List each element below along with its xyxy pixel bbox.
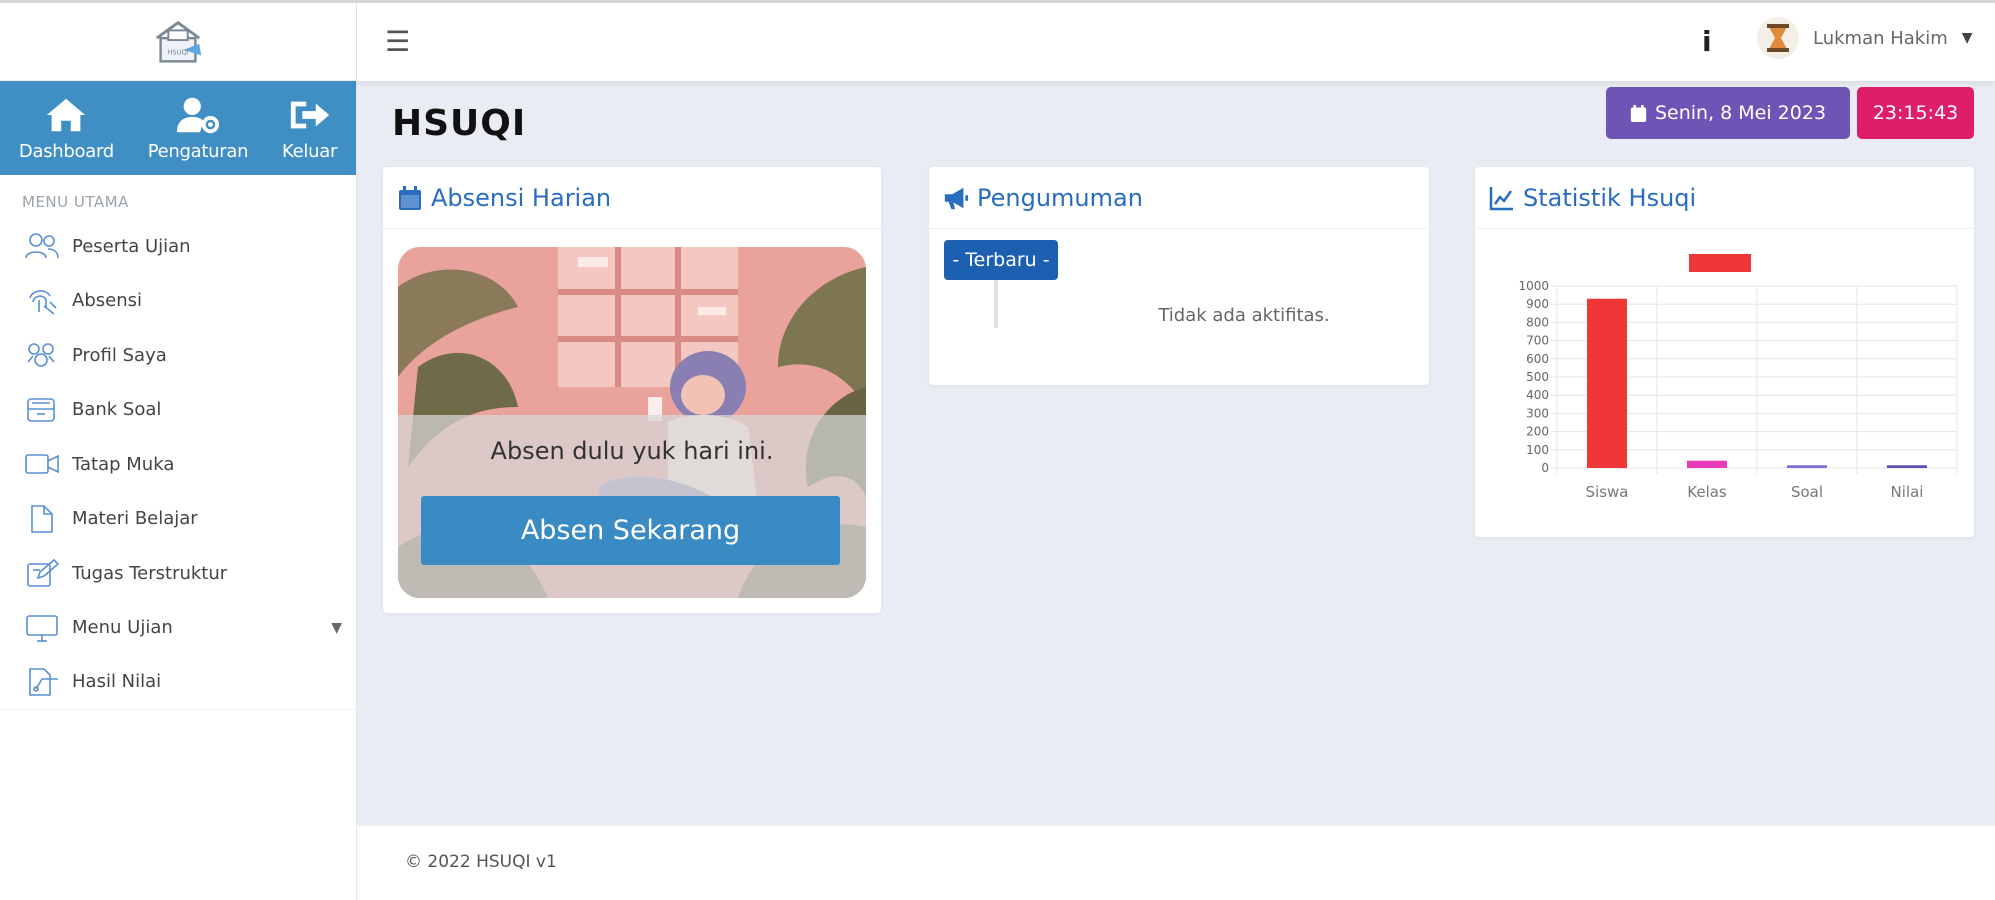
terbaru-badge: - Terbaru - — [944, 240, 1058, 280]
date-badge: Senin, 8 Mei 2023 — [1606, 87, 1850, 139]
logo-icon: HSUQI — [155, 20, 202, 63]
user-settings-icon — [176, 97, 220, 133]
statistik-bar-chart: 0 100 200 300 400 500 600 700 800 900 1000 Siswa Kel… — [1518, 254, 1958, 501]
x-tick-label: Nilai — [1891, 483, 1924, 501]
absen-sekarang-button[interactable]: Absen Sekarang — [421, 496, 840, 565]
sidebar-item-label: Tatap Muka — [72, 453, 175, 475]
empty-activity-text: Tidak ada aktifitas. — [1158, 305, 1330, 326]
logout-button[interactable]: Keluar — [282, 95, 337, 162]
top-navbar: ☰ i Lukman Hakim ▼ — [357, 3, 1995, 81]
absensi-title: Absensi Harian — [431, 183, 612, 212]
footer: © 2022 HSUQI v1 — [357, 826, 1995, 900]
bar-nilai — [1887, 465, 1927, 468]
absensi-card: Absensi Harian Absen dulu yuk hari ini. … — [383, 167, 881, 613]
footer-text: © 2022 HSUQI v1 — [405, 852, 557, 872]
date-text: Senin, 8 Mei 2023 — [1654, 102, 1827, 124]
y-tick-label: 300 — [1526, 406, 1549, 420]
sidebar-item-profil-saya[interactable]: Profil Saya — [0, 328, 356, 383]
hamburger-menu-icon[interactable]: ☰ — [385, 25, 410, 58]
statistik-title: Statistik Hsuqi — [1523, 183, 1697, 212]
quick-actions: Dashboard Pengaturan Keluar — [0, 81, 356, 175]
svg-text:HSUQI: HSUQI — [167, 48, 189, 56]
file-icon — [31, 504, 53, 533]
x-tick-label: Siswa — [1586, 483, 1629, 501]
sidebar-item-label: Profil Saya — [72, 344, 167, 366]
y-tick-label: 800 — [1526, 315, 1549, 329]
edit-icon — [27, 559, 60, 588]
logout-icon — [290, 101, 329, 128]
absensi-prompt: Absen dulu yuk hari ini. — [490, 437, 774, 465]
info-icon[interactable]: i — [1702, 25, 1712, 58]
legend-swatch — [1689, 254, 1751, 272]
x-tick-label: Kelas — [1687, 483, 1727, 501]
brand-logo[interactable]: HSUQI — [0, 3, 356, 81]
pengumuman-card: Pengumuman - Terbaru - Tidak ada aktifit… — [929, 167, 1429, 385]
statistik-card: Statistik Hsuqi 0 100 200 300 400 500 600 700 80… — [1475, 167, 1974, 537]
bar-soal — [1787, 465, 1827, 468]
y-tick-label: 400 — [1526, 388, 1549, 402]
fingerprint-icon — [29, 289, 57, 315]
sidebar-item-bank-soal[interactable]: Bank Soal — [0, 383, 356, 438]
menu-header: MENU UTAMA — [22, 193, 129, 211]
y-tick-label: 1000 — [1518, 279, 1549, 293]
megaphone-icon — [944, 187, 969, 209]
dashboard-button[interactable]: Dashboard — [19, 95, 114, 162]
dashboard-label: Dashboard — [18, 140, 114, 162]
bar-siswa — [1587, 298, 1627, 468]
sidebar-item-tatap-muka[interactable]: Tatap Muka — [0, 437, 356, 492]
sidebar-item-materi-belajar[interactable]: Materi Belajar — [0, 492, 356, 547]
y-tick-label: 200 — [1526, 425, 1549, 439]
home-icon — [47, 98, 86, 131]
sidebar-item-label: Hasil Nilai — [72, 671, 162, 693]
profile-icon — [27, 343, 55, 368]
time-badge: 23:15:43 — [1857, 87, 1974, 139]
y-tick-label: 0 — [1541, 461, 1549, 475]
chevron-down-icon: ▼ — [331, 619, 342, 636]
user-menu[interactable]: Lukman Hakim ▼ — [1757, 17, 1973, 59]
video-icon — [25, 454, 59, 475]
y-tick-label: 500 — [1526, 370, 1549, 384]
absensi-card-header: Absensi Harian — [383, 167, 881, 229]
y-tick-label: 900 — [1526, 297, 1549, 311]
absensi-illustration: Absen dulu yuk hari ini. Absen Sekarang — [398, 247, 866, 598]
calendar-icon — [399, 185, 421, 210]
avatar-image-icon — [1757, 17, 1799, 59]
y-tick-label: 600 — [1526, 352, 1549, 366]
y-tick-label: 100 — [1526, 443, 1549, 457]
chevron-down-icon: ▼ — [1961, 30, 1973, 46]
sidebar-item-label: Menu Ujian — [72, 617, 173, 639]
sidebar-item-menu-ujian[interactable]: Menu Ujian ▼ — [0, 601, 356, 656]
x-tick-label: Soal — [1791, 483, 1823, 501]
sidebar-item-absensi[interactable]: Absensi — [0, 274, 356, 329]
users-icon — [25, 233, 59, 259]
sidebar-item-peserta-ujian[interactable]: Peserta Ujian — [0, 219, 356, 274]
pengumuman-title: Pengumuman — [977, 183, 1143, 212]
archive-icon — [27, 397, 55, 422]
user-name: Lukman Hakim — [1813, 27, 1948, 49]
logout-label: Keluar — [282, 140, 338, 162]
sidebar-item-label: Absensi — [72, 290, 142, 312]
pengaturan-button[interactable]: Pengaturan — [147, 95, 249, 162]
sidebar: HSUQI Dashboard Pengaturan Keluar MENU U… — [0, 3, 357, 900]
chart-icon — [1489, 186, 1513, 210]
pengaturan-label: Pengaturan — [147, 140, 249, 162]
sidebar-item-label: Bank Soal — [72, 399, 162, 421]
sidebar-item-label: Tugas Terstruktur — [72, 562, 228, 584]
time-text: 23:15:43 — [1872, 102, 1959, 124]
sidebar-item-tugas-terstruktur[interactable]: Tugas Terstruktur — [0, 546, 356, 601]
sidebar-item-label: Materi Belajar — [72, 508, 198, 530]
pengumuman-card-header: Pengumuman — [929, 167, 1429, 229]
sidebar-item-hasil-nilai[interactable]: Hasil Nilai — [0, 655, 356, 710]
calendar-icon — [1630, 104, 1647, 122]
statistik-card-header: Statistik Hsuqi — [1475, 167, 1974, 229]
monitor-icon — [26, 614, 58, 642]
report-icon — [29, 667, 58, 696]
avatar — [1757, 17, 1799, 59]
sidebar-item-label: Peserta Ujian — [72, 235, 191, 257]
page-title: HSUQI — [392, 103, 527, 144]
y-tick-label: 700 — [1526, 334, 1549, 348]
bar-kelas — [1687, 460, 1727, 468]
